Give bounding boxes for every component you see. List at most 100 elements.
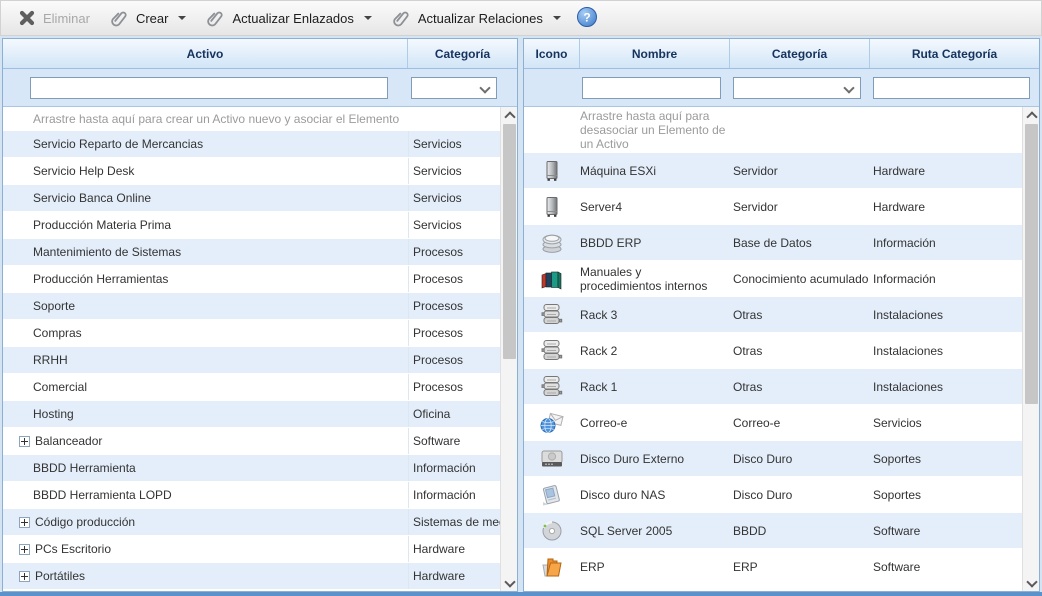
table-row[interactable]: Compras Procesos — [3, 320, 500, 347]
table-row[interactable]: Servicio Banca OnlineServicios — [3, 185, 500, 212]
rack-icon — [540, 303, 564, 327]
scroll-up-arrow[interactable] — [1023, 107, 1039, 123]
column-header-categoria[interactable]: Categoría — [408, 39, 517, 68]
table-row[interactable]: Rack 2OtrasInstalaciones — [524, 333, 1022, 369]
table-row[interactable]: Disco Duro ExternoDisco DuroSoportes — [524, 441, 1022, 477]
table-row[interactable]: Mantenimiento de Sistemas Procesos — [3, 239, 500, 266]
table-row[interactable]: PCs Escritorio Hardware — [3, 536, 500, 563]
element-category-cell: BBDD — [730, 513, 870, 548]
asset-label: Código producción — [35, 515, 135, 529]
asset-filter-input[interactable] — [30, 77, 388, 99]
element-category-cell: Servidor — [730, 189, 870, 224]
scrollbar-thumb[interactable] — [503, 124, 516, 359]
table-row[interactable]: BBDD HerramientaInformación — [3, 455, 500, 482]
elements-scrollbar[interactable] — [1022, 107, 1039, 591]
table-row[interactable]: Producción Materia PrimaServicios — [3, 212, 500, 239]
element-name-cell: Máquina ESXi — [580, 153, 730, 188]
element-name-cell: Manuales y procedimientos internos — [580, 261, 730, 296]
help-button[interactable]: ? — [576, 6, 598, 31]
column-header-activo[interactable]: Activo — [3, 39, 408, 68]
asset-label: Producción Herramientas — [33, 272, 168, 286]
column-header-icono[interactable]: Icono — [524, 39, 580, 68]
table-row[interactable]: Rack 1OtrasInstalaciones — [524, 369, 1022, 405]
table-row[interactable]: BBDD Herramienta LOPDInformación — [3, 482, 500, 509]
table-row[interactable]: Servicio Reparto de MercanciasServicios — [3, 131, 500, 158]
table-row[interactable]: Producción Herramientas Procesos — [3, 266, 500, 293]
toolbar: Eliminar Crear Actualizar Enlazados Actu… — [0, 0, 1042, 36]
category-cell: Hardware — [408, 536, 500, 562]
table-row[interactable]: BBDD ERPBase de DatosInformación — [524, 225, 1022, 261]
table-row[interactable]: PortátilesHardware — [3, 563, 500, 590]
scroll-down-arrow[interactable] — [1023, 575, 1039, 591]
category-label: Servicios — [413, 191, 462, 205]
expand-plus-icon[interactable] — [19, 571, 30, 582]
create-button[interactable]: Crear — [101, 5, 196, 32]
asset-category-filter-select[interactable] — [411, 77, 497, 99]
category-cell: Servicios — [408, 158, 500, 184]
table-row[interactable]: Máquina ESXiServidorHardware — [524, 153, 1022, 189]
scroll-down-arrow[interactable] — [501, 575, 517, 591]
table-row[interactable]: SoporteProcesos — [3, 293, 500, 320]
asset-cell: Compras — [3, 320, 408, 346]
icon-cell — [524, 333, 580, 368]
category-label: Hardware — [413, 542, 465, 556]
category-cell: Procesos — [408, 347, 500, 373]
table-row[interactable]: ERPERPSoftware — [524, 549, 1022, 585]
icon-cell — [524, 549, 580, 584]
category-cell: Servicios — [408, 131, 500, 157]
name-filter-input[interactable] — [582, 77, 721, 99]
table-row[interactable]: SQL Server 2005BBDDSoftware — [524, 513, 1022, 549]
table-row[interactable]: RRHH Procesos — [3, 347, 500, 374]
asset-cell: Soporte — [3, 293, 408, 319]
table-row[interactable]: BalanceadorSoftware — [3, 428, 500, 455]
asset-label: Comercial — [33, 380, 87, 394]
column-header-nombre[interactable]: Nombre — [580, 39, 730, 68]
element-category-cell: Servidor — [730, 153, 870, 188]
asset-label: Compras — [33, 326, 82, 340]
hdd-icon — [540, 447, 564, 471]
expand-plus-icon[interactable] — [19, 517, 30, 528]
database-icon — [540, 231, 564, 255]
asset-cell: Servicio Help Desk — [3, 158, 408, 184]
category-label: Procesos — [413, 245, 463, 259]
path-filter-input[interactable] — [873, 77, 1030, 99]
table-row[interactable]: Servicio Help DeskServicios — [3, 158, 500, 185]
expand-plus-icon[interactable] — [19, 544, 30, 555]
category-label: Procesos — [413, 272, 463, 286]
scroll-up-arrow[interactable] — [501, 107, 517, 123]
column-header-categoria[interactable]: Categoría — [730, 39, 870, 68]
table-row[interactable]: Código producciónSistemas de medición — [3, 509, 500, 536]
element-category-cell: Disco Duro — [730, 477, 870, 512]
svg-text:?: ? — [583, 10, 590, 24]
table-row[interactable]: ComercialProcesos — [3, 374, 500, 401]
icon-cell — [524, 477, 580, 512]
icon-cell — [524, 441, 580, 476]
drop-hint-create-asset: Arrastre hasta aquí para crear un Activo… — [3, 107, 500, 131]
elements-filter-row — [524, 69, 1039, 107]
table-row[interactable]: Disco duro NASDisco DuroSoportes — [524, 477, 1022, 513]
table-row[interactable]: Correo-eCorreo-eServicios — [524, 405, 1022, 441]
scrollbar-thumb[interactable] — [1025, 124, 1038, 404]
table-row[interactable]: Rack 3OtrasInstalaciones — [524, 297, 1022, 333]
table-row[interactable]: HostingOficina — [3, 401, 500, 428]
element-category-cell: Base de Datos — [730, 225, 870, 260]
update-relations-button[interactable]: Actualizar Relaciones — [383, 5, 570, 32]
category-label: Procesos — [413, 326, 463, 340]
update-linked-button[interactable]: Actualizar Enlazados — [197, 5, 380, 32]
expand-plus-icon[interactable] — [19, 436, 30, 447]
category-path-cell: Software — [870, 513, 1022, 548]
asset-label: RRHH — [33, 353, 68, 367]
icon-cell — [524, 153, 580, 188]
table-row[interactable]: Server4ServidorHardware — [524, 189, 1022, 225]
asset-cell: Portátiles — [3, 563, 408, 589]
element-category-filter-select[interactable] — [733, 77, 861, 99]
asset-cell: PCs Escritorio — [3, 536, 408, 562]
delete-button[interactable]: Eliminar — [9, 5, 99, 31]
assets-scrollbar[interactable] — [500, 107, 517, 591]
asset-cell: Hosting — [3, 401, 408, 427]
mail-globe-icon — [540, 411, 564, 435]
table-row[interactable]: Manuales y procedimientos internosConoci… — [524, 261, 1022, 297]
category-label: Software — [413, 434, 460, 448]
column-header-ruta-categoria[interactable]: Ruta Categoría — [870, 39, 1039, 68]
asset-cell: Mantenimiento de Sistemas — [3, 239, 408, 265]
